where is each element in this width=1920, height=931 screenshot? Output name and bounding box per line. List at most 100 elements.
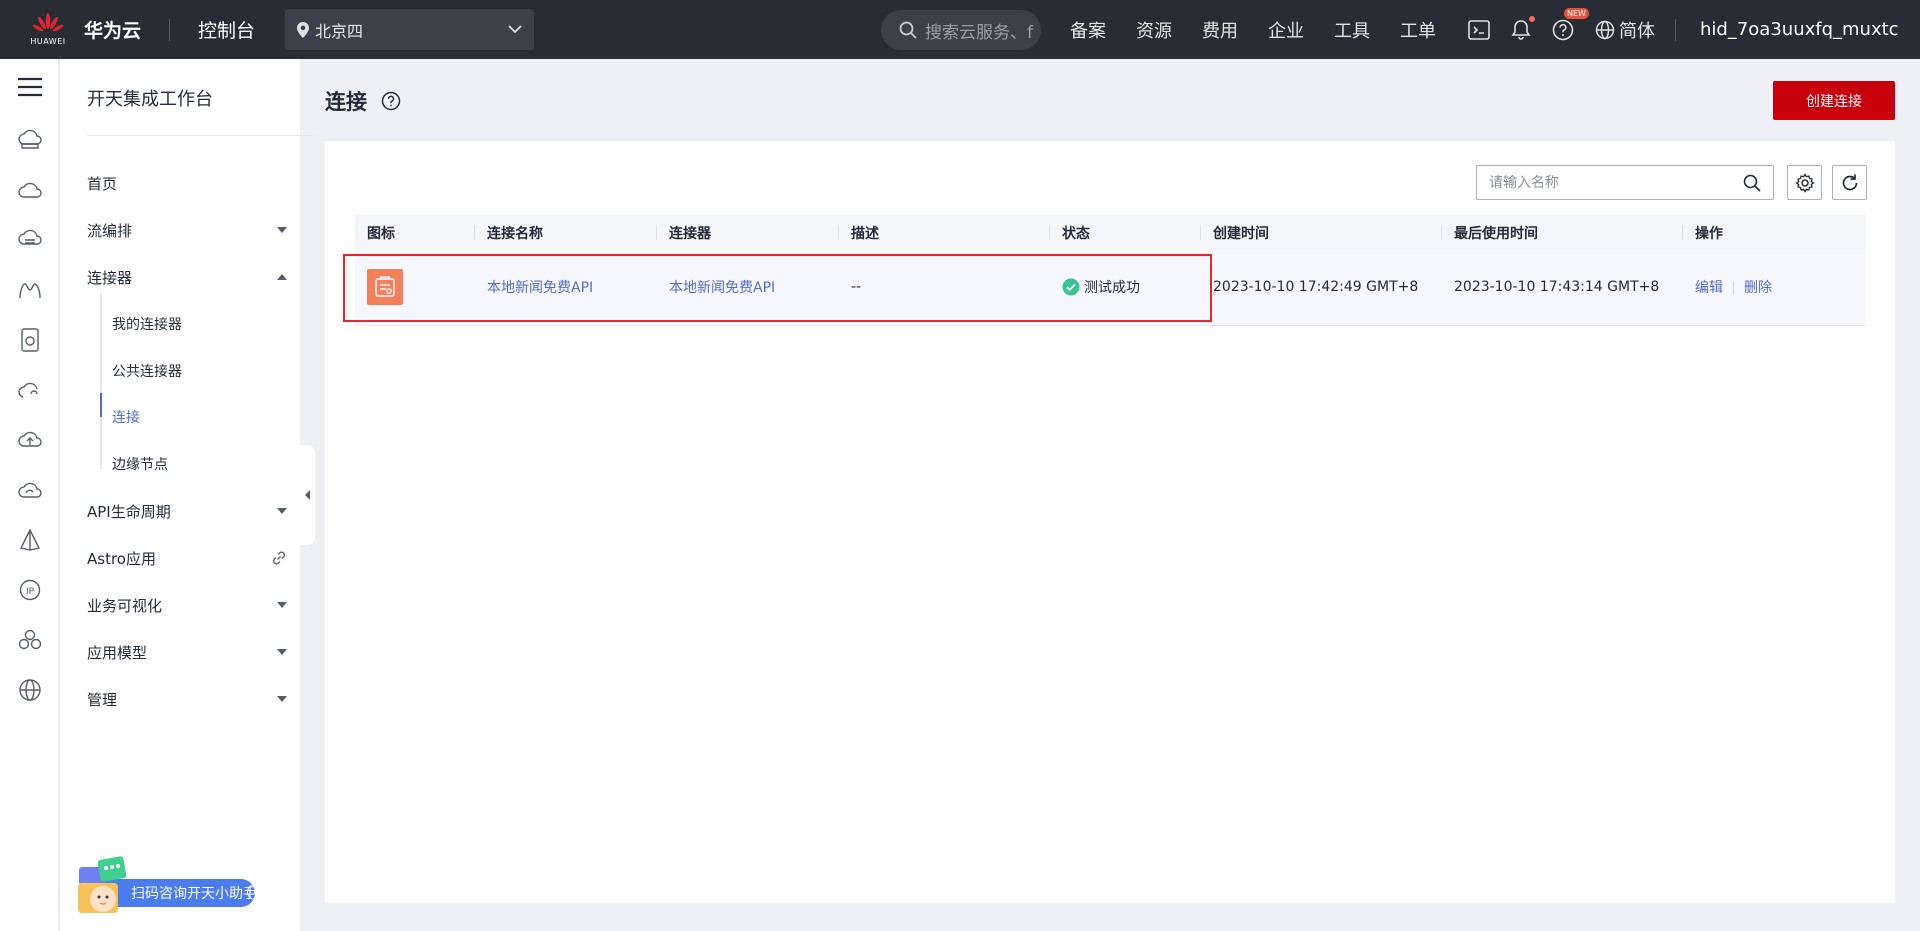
delete-link[interactable]: 删除 (1744, 280, 1772, 296)
nav-enterprise[interactable]: 企业 (1268, 17, 1304, 43)
sidebar-item-app-model[interactable]: 应用模型 (87, 640, 287, 664)
sidebar-item-label: 管理 (87, 690, 118, 709)
settings-button[interactable] (1787, 165, 1822, 200)
active-indicator (100, 393, 102, 417)
column-header-name: 连接名称 (475, 215, 657, 250)
chevron-left-icon (304, 490, 310, 500)
assistant-widget[interactable]: 扫码咨询开天小助手 ‹ (75, 855, 275, 917)
cloud-upload-icon[interactable] (0, 415, 59, 465)
region-select[interactable]: 北京四 (285, 9, 535, 50)
network-icon[interactable] (0, 265, 59, 315)
bell-icon[interactable] (1511, 15, 1535, 41)
logo-text: HUAWEI (30, 37, 66, 46)
cloud-server-icon[interactable] (0, 115, 59, 165)
divider (1675, 18, 1676, 41)
caret-down-icon (277, 227, 287, 233)
help-circle-icon[interactable] (381, 91, 401, 111)
brand-name[interactable]: 华为云 (84, 16, 141, 43)
name-filter[interactable] (1476, 165, 1774, 200)
status-badge: 测试成功 (1062, 277, 1201, 297)
cell-status: 测试成功 (1050, 250, 1201, 326)
search-placeholder: 搜索云服务、f (925, 22, 1033, 43)
sidebar-item-label: Astro应用 (87, 549, 156, 568)
sidebar-item-home[interactable]: 首页 (87, 171, 287, 195)
create-connection-button[interactable]: 创建连接 (1773, 81, 1895, 120)
caret-down-icon (277, 508, 287, 514)
search-icon[interactable] (1743, 174, 1761, 192)
refresh-icon (1842, 174, 1857, 190)
connector-link[interactable]: 本地新闻免费API (669, 280, 775, 296)
sidebar-collapse-toggle[interactable] (300, 445, 315, 545)
nav-tickets[interactable]: 工单 (1400, 17, 1436, 43)
sidebar-item-connector[interactable]: 连接器 (87, 265, 287, 289)
sidebar-item-label: 流编排 (87, 221, 133, 240)
console-title[interactable]: 控制台 (198, 16, 255, 43)
terminal-icon[interactable] (1468, 19, 1490, 40)
divider (1733, 282, 1734, 295)
sidebar-item-flow[interactable]: 流编排 (87, 218, 287, 242)
nav-filing[interactable]: 备案 (1070, 17, 1106, 43)
column-header-status: 状态 (1050, 215, 1201, 250)
sidebar-item-public-connector[interactable]: 公共连接器 (112, 359, 182, 383)
language-switch[interactable]: 简体 (1595, 17, 1655, 43)
location-pin-icon (297, 21, 310, 38)
caret-down-icon (277, 696, 287, 702)
pyramid-icon[interactable] (0, 515, 59, 565)
sidebar-item-astro[interactable]: Astro应用 (87, 546, 287, 570)
sidebar-item-label: API生命周期 (87, 502, 171, 521)
cell-actions: 编辑 删除 (1683, 250, 1865, 326)
name-filter-input[interactable] (1489, 174, 1743, 191)
assistant-label: 扫码咨询开天小助手 (131, 886, 257, 902)
sidebar: 开天集成工作台 首页 流编排 连接器 我的连接器 公共连接器 连接 边缘节点 A… (60, 59, 313, 931)
refresh-button[interactable] (1832, 165, 1867, 200)
cell-connector[interactable]: 本地新闻免费API (657, 250, 839, 326)
submenu-guide-line (100, 293, 102, 469)
globe-web-icon[interactable] (0, 665, 59, 715)
cell-name[interactable]: 本地新闻免费API (475, 250, 657, 326)
page-title: 连接 (325, 90, 367, 114)
caret-down-icon (277, 602, 287, 608)
user-account[interactable]: hid_7oa3uuxfq_muxtc (1700, 19, 1899, 40)
notification-dot (1529, 15, 1535, 22)
cloud-sync-icon[interactable] (0, 465, 59, 515)
sidebar-item-label: 首页 (87, 174, 118, 193)
sidebar-item-label: 连接器 (87, 268, 133, 287)
globe-icon (1595, 20, 1615, 39)
database-cloud-icon[interactable] (0, 215, 59, 265)
search-icon (899, 21, 917, 39)
column-header-created: 创建时间 (1201, 215, 1442, 250)
connection-name-link[interactable]: 本地新闻免费API (487, 280, 593, 296)
check-circle-icon (1062, 278, 1080, 296)
top-bar: HUAWEI 华为云 控制台 北京四 搜索云服务、f 备案 资源 费用 企业 工… (0, 0, 1920, 59)
chevron-down-icon (508, 25, 522, 34)
top-icon-group: NEW 简体 hid_7oa3uuxfq_muxtc (1468, 0, 1899, 59)
cloud-icon[interactable] (0, 165, 59, 215)
sidebar-item-biz-visual[interactable]: 业务可视化 (87, 593, 287, 617)
nav-resources[interactable]: 资源 (1136, 17, 1172, 43)
ip-icon[interactable]: IP (0, 565, 59, 615)
edit-link[interactable]: 编辑 (1695, 280, 1723, 296)
huawei-logo[interactable]: HUAWEI (0, 0, 96, 59)
table-header-row: 图标 连接名称 连接器 描述 状态 创建时间 最后使用时间 操作 (355, 215, 1865, 250)
nav-billing[interactable]: 费用 (1202, 17, 1238, 43)
caret-up-icon (277, 274, 287, 280)
sidebar-item-my-connector[interactable]: 我的连接器 (112, 312, 182, 336)
nav-tools[interactable]: 工具 (1334, 17, 1370, 43)
sidebar-item-connection[interactable]: 连接 (112, 405, 140, 429)
svg-text:IP: IP (25, 587, 34, 597)
column-header-last-used: 最后使用时间 (1442, 215, 1683, 250)
help-icon[interactable]: NEW (1552, 7, 1589, 41)
cluster-icon[interactable] (0, 615, 59, 665)
global-search[interactable]: 搜索云服务、f (881, 10, 1041, 50)
table-row: 本地新闻免费API 本地新闻免费API -- 测试成功 2023-10-10 1… (355, 250, 1865, 326)
sidebar-title: 开天集成工作台 (87, 89, 213, 110)
hamburger-menu-icon[interactable] (0, 59, 59, 115)
sidebar-item-manage[interactable]: 管理 (87, 687, 287, 711)
top-nav: 备案 资源 费用 企业 工具 工单 (1070, 0, 1466, 59)
cell-icon (355, 250, 475, 326)
sidebar-item-edge-node[interactable]: 边缘节点 (112, 452, 168, 476)
sidebar-item-api-lifecycle[interactable]: API生命周期 (87, 499, 287, 523)
cloud-link-icon[interactable] (0, 365, 59, 415)
chevron-left-circle-icon[interactable]: ‹ (247, 884, 263, 900)
storage-icon[interactable] (0, 315, 59, 365)
